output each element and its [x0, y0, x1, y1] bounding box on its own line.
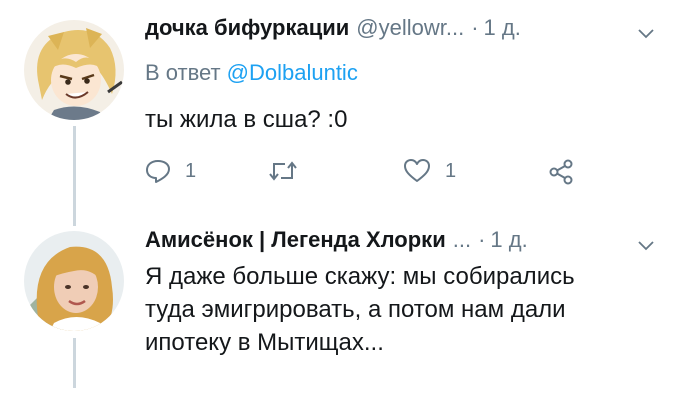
reply-icon — [146, 160, 170, 183]
avatar-user-photo[interactable] — [24, 231, 124, 331]
tweet-2-text-line-2: туда эмигрировать, а потом нам дали — [145, 296, 566, 323]
separator-dot: · — [471, 15, 479, 40]
reply-thread-line — [73, 338, 76, 388]
user-handle[interactable]: @yellowr... — [356, 15, 464, 41]
like-count: 1 — [445, 159, 457, 182]
chevron-down-icon[interactable] — [637, 240, 655, 252]
display-name[interactable]: дочка бифуркации — [145, 15, 349, 41]
mention-link[interactable]: @Dolbaluntic — [227, 60, 358, 85]
reply-count: 1 — [185, 159, 197, 182]
timestamp[interactable]: 1 д. — [484, 15, 521, 41]
tweet-1-header: дочка бифуркации @yellowr... · 1 д. — [145, 15, 521, 41]
tweet-2-text-line-3: ипотеку в Мытищах... — [145, 329, 384, 356]
retweet-icon — [269, 161, 297, 181]
tweet-2-header: Амисёнок | Легенда Хлорки ... · 1 д. — [145, 227, 528, 253]
like-button[interactable]: 1 — [403, 158, 456, 184]
separator-dot: · — [478, 227, 486, 252]
anime-character-avatar-icon — [24, 20, 124, 120]
tweet-1-text: ты жила в сша? :0 — [145, 106, 348, 133]
tweet-2-text-line-1: Я даже больше скажу: мы собирались — [145, 263, 575, 290]
thread-connector-line — [73, 126, 76, 226]
share-icon — [549, 159, 573, 185]
reply-to-line: В ответ @Dolbaluntic — [145, 60, 358, 86]
retweet-button[interactable] — [267, 158, 313, 184]
tweet-2-text: Я даже больше скажу: мы собирались туда … — [145, 260, 575, 359]
heart-icon — [404, 159, 430, 182]
user-handle[interactable]: ... — [453, 227, 471, 253]
tweet-1-actions: 1 1 — [145, 158, 585, 188]
reply-to-prefix: В ответ — [145, 60, 221, 85]
user-photo-avatar-icon — [24, 231, 124, 331]
share-button[interactable] — [547, 158, 575, 186]
reply-button[interactable]: 1 — [145, 158, 196, 184]
tweet-thread: дочка бифуркации @yellowr... · 1 д. В от… — [0, 0, 680, 416]
avatar-anime-character[interactable] — [24, 20, 124, 120]
display-name[interactable]: Амисёнок | Легенда Хлорки — [145, 227, 446, 253]
timestamp[interactable]: 1 д. — [490, 227, 527, 253]
chevron-down-icon[interactable] — [637, 28, 655, 40]
